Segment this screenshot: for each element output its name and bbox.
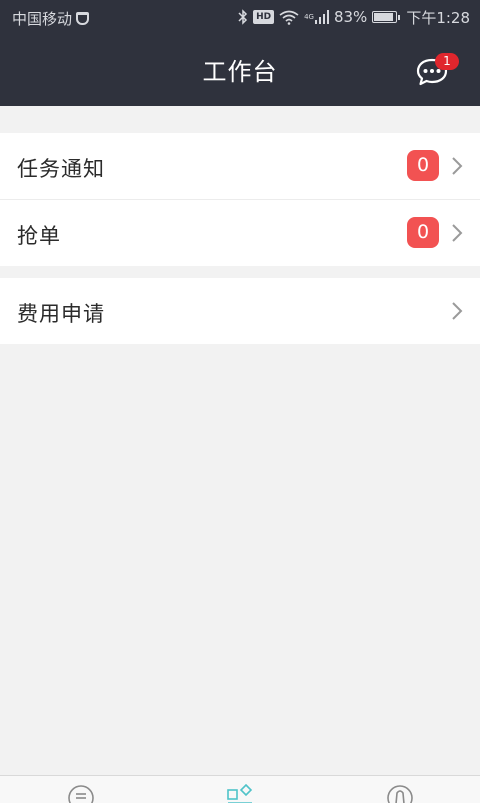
clock: 下午1:28: [406, 8, 470, 27]
bottom-tab-bar: [0, 775, 480, 803]
wifi-icon: [279, 10, 299, 25]
battery-percent: 83%: [333, 8, 368, 26]
bluetooth-icon: [238, 9, 248, 25]
carrier-info: 中国移动: [12, 8, 90, 29]
chevron-right-icon: [452, 302, 463, 320]
page-title: 工作台: [202, 58, 278, 86]
carrier-name: 中国移动: [12, 10, 73, 28]
network-type-label: 4G: [304, 13, 314, 21]
hd-icon: HD: [253, 10, 275, 24]
battery-icon: [372, 11, 401, 23]
profile-icon: [387, 785, 413, 803]
signal-icon: 4G: [304, 10, 329, 24]
menu-item-label: 抢单: [17, 224, 61, 248]
tab-workbench[interactable]: [225, 783, 255, 803]
menu-item-label: 费用申请: [17, 302, 105, 326]
status-icons: HD 4G 83% 下午1:28: [238, 7, 470, 27]
menu-item-expense-application[interactable]: 费用申请: [0, 278, 480, 344]
tab-profile[interactable]: [385, 784, 415, 803]
message-count-badge: 1: [435, 53, 459, 70]
menu-group-tasks: 任务通知 0 抢单 0: [0, 133, 480, 266]
menu-group-expenses: 费用申请: [0, 278, 480, 344]
carrier-mode-icon: [76, 12, 90, 25]
menu-item-grab-order[interactable]: 抢单 0: [0, 199, 480, 265]
top-header: 中国移动 HD 4G 83% 下午1:28 工作台 1: [0, 0, 480, 106]
status-bar: 中国移动 HD 4G 83% 下午1:28: [0, 0, 480, 34]
list-icon: [68, 785, 94, 803]
count-badge: 0: [407, 150, 439, 181]
count-badge: 0: [407, 217, 439, 248]
menu-item-label: 任务通知: [17, 157, 105, 181]
workbench-icon: [227, 783, 253, 803]
chevron-right-icon: [452, 157, 463, 175]
menu-item-task-notification[interactable]: 任务通知 0: [0, 133, 480, 199]
chevron-right-icon: [452, 224, 463, 242]
tab-list[interactable]: [66, 784, 96, 803]
